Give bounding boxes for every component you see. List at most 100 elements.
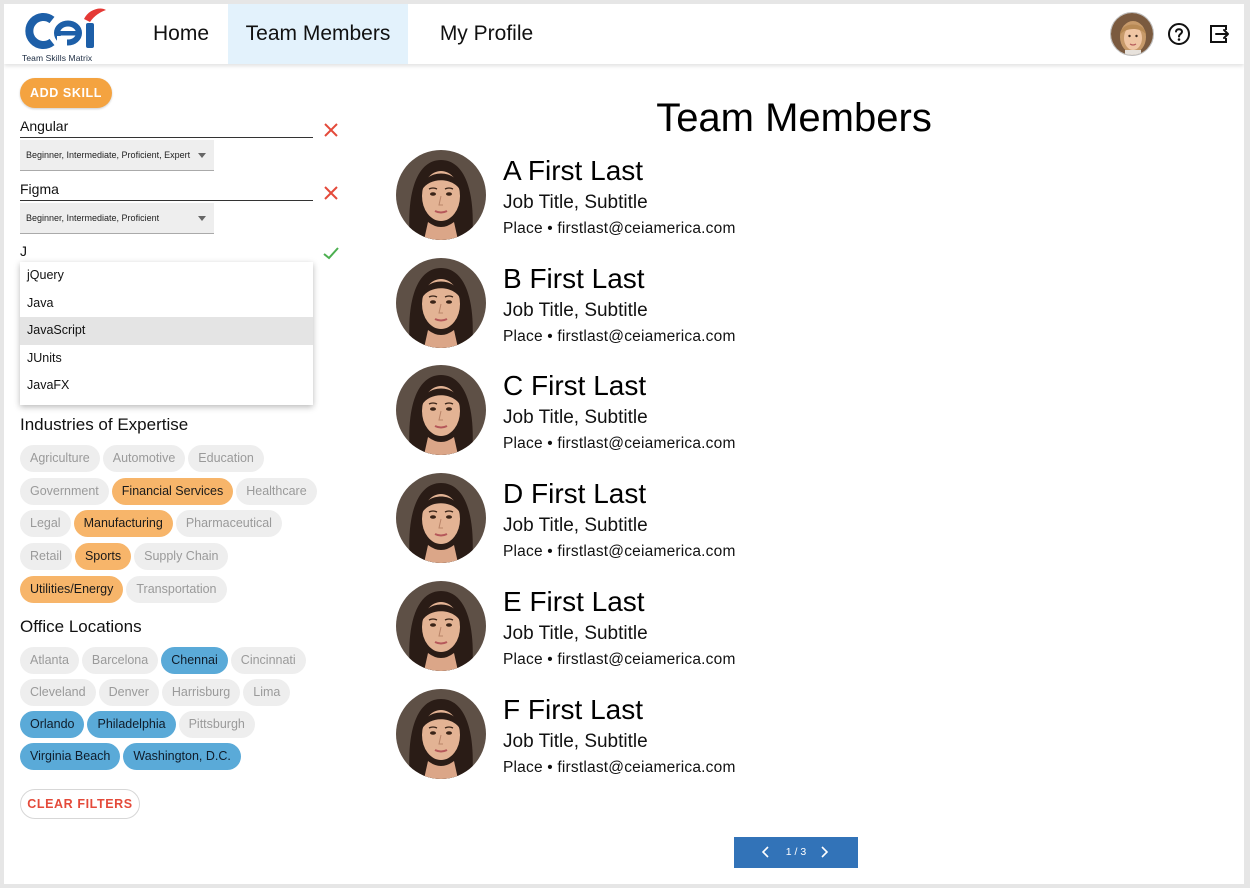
chevron-right-glyph [821,846,829,858]
suggestion-item-highlighted[interactable]: JavaScript [20,317,313,345]
close-icon [324,123,338,137]
filter-chip[interactable]: Supply Chain [134,543,229,571]
filter-chip-selected[interactable]: Manufacturing [73,510,173,538]
member-job-title: Job Title, Subtitle [503,192,648,213]
suggestion-item[interactable]: jQuery [20,262,313,290]
member-job-title: Job Title, Subtitle [503,407,648,429]
filter-chip[interactable]: Automotive [102,445,186,472]
member-photo-image [396,688,486,779]
member-name: D First Last [503,478,647,510]
filter-chip[interactable]: Education [188,445,264,472]
skill-search-input[interactable]: J [20,241,313,263]
nav-team-members[interactable]: Team Members [228,4,408,64]
team-member-card[interactable]: C First Last Job Title, Subtitle Place • f… [394,365,994,457]
member-photo-image [396,365,486,456]
filter-chip-selected[interactable]: Virginia Beach [20,743,121,770]
locations-heading: Office Locations [20,617,142,636]
member-photo-image [396,150,486,240]
top-nav-bar: Team Skills Matrix Home Team Members My … [4,4,1244,64]
chip-row: Utilities/Energy Transportation [20,575,230,603]
suggestion-item[interactable]: JavaFX [20,372,313,400]
logout-icon[interactable] [1207,22,1231,46]
cei-logo[interactable]: Team Skills Matrix [22,6,112,63]
skill-level-select-figma[interactable]: Beginner, Intermediate, Proficient [20,203,214,234]
user-avatar[interactable] [1110,12,1154,56]
skill-suggestions-dropdown: jQuery Java JavaScript JUnits JavaFX [20,262,313,405]
clear-filters-button[interactable]: CLEAR FILTERS [20,789,140,819]
chip-row: Orlando Philadelphia Pittsburgh [20,711,258,738]
help-icon-graphic [1168,23,1190,45]
filter-chip-selected[interactable]: Philadelphia [87,711,176,738]
filter-chip[interactable]: Lima [243,679,291,706]
member-photo [396,365,486,456]
member-job-title: Job Title, Subtitle [503,515,648,537]
filter-chip-selected[interactable]: Orlando [20,711,85,738]
filter-chip-selected[interactable]: Washington, D.C. [123,743,241,770]
member-place-email: Place • firstlast@ceiamerica.com [503,543,736,561]
filter-chip[interactable]: Barcelona [81,647,159,674]
close-icon [324,186,338,200]
filter-chip[interactable]: Transportation [126,575,227,603]
filter-chip[interactable]: Pittsburgh [178,711,255,738]
member-job-title: Job Title, Subtitle [503,299,648,321]
nav-my-profile[interactable]: My Profile [424,4,549,64]
page-indicator: 1 / 3 [785,846,807,858]
member-photo-image [396,580,486,671]
nav-home[interactable]: Home [139,4,223,64]
filter-chip[interactable]: Atlanta [20,647,79,674]
confirm-skill-icon[interactable] [322,244,340,262]
team-member-card[interactable]: D First Last Job Title, Subtitle Place • f… [394,473,994,565]
team-member-card[interactable]: E First Last Job Title, Subtitle Place • f… [394,580,994,673]
remove-skill-icon[interactable] [322,121,340,139]
user-avatar-image [1111,13,1153,55]
chevron-left-icon[interactable] [751,837,781,868]
filter-chip[interactable]: Retail [20,543,72,571]
chevron-right-icon[interactable] [809,837,839,868]
suggestion-item[interactable]: Java [20,290,313,318]
chip-row: Government Financial Services Healthcare [20,477,320,505]
filter-chip-selected[interactable]: Utilities/Energy [20,575,124,603]
member-place-email: Place • firstlast@ceiamerica.com [503,758,736,776]
member-name: B First Last [503,262,645,294]
filter-chip[interactable]: Healthcare [236,477,317,505]
cei-logo-mark [25,8,106,49]
skill-input-angular[interactable]: Angular [20,116,313,138]
filter-chip[interactable]: Cincinnati [230,647,306,674]
check-icon [323,247,339,260]
filter-chip[interactable]: Pharmaceutical [175,510,282,538]
member-photo-image [396,257,486,348]
filter-chip[interactable]: Denver [98,679,159,706]
filter-chip[interactable]: Legal [20,510,71,538]
skill-input-figma[interactable]: Figma [20,179,313,201]
caret-down-icon [198,153,206,158]
chip-row: Cleveland Denver Harrisburg Lima [20,679,293,706]
filter-chip[interactable]: Harrisburg [161,679,241,706]
member-name: C First Last [503,370,647,402]
filter-chip-selected[interactable]: Sports [74,543,132,571]
team-member-card[interactable]: B First Last Job Title, Subtitle Place • f… [394,257,994,350]
suggestion-item[interactable]: JUnits [20,345,313,373]
skill-level-value: Beginner, Intermediate, Proficient, Expe… [26,150,191,160]
page-title: Team Members [656,96,932,140]
industries-heading: Industries of Expertise [20,415,189,434]
app-window: Team Skills Matrix Home Team Members My … [4,4,1244,884]
add-skill-button[interactable]: ADD SKILL [20,78,112,108]
team-member-card[interactable]: A First Last Job Title, Subtitle Place • f… [394,150,994,242]
filter-chip-selected[interactable]: Financial Services [111,477,234,505]
skill-level-select-angular[interactable]: Beginner, Intermediate, Proficient, Expe… [20,140,214,171]
filter-chip[interactable]: Cleveland [20,679,96,706]
chevron-left-glyph [761,846,769,858]
member-place-email: Place • firstlast@ceiamerica.com [503,327,736,345]
logo-tagline: Team Skills Matrix [22,53,93,63]
member-photo [396,257,486,348]
remove-skill-icon[interactable] [322,184,340,202]
member-place-email: Place • firstlast@ceiamerica.com [503,435,736,453]
filter-chip[interactable]: Agriculture [20,445,100,472]
help-icon[interactable] [1167,22,1191,46]
chip-row: Agriculture Automotive Education [20,445,267,472]
logout-icon-graphic [1210,25,1229,43]
team-member-card[interactable]: F First Last Job Title, Subtitle Place • f… [394,688,994,781]
member-name: A First Last [503,155,644,186]
filter-chip[interactable]: Government [20,477,109,505]
filter-chip-selected[interactable]: Chennai [161,647,228,674]
